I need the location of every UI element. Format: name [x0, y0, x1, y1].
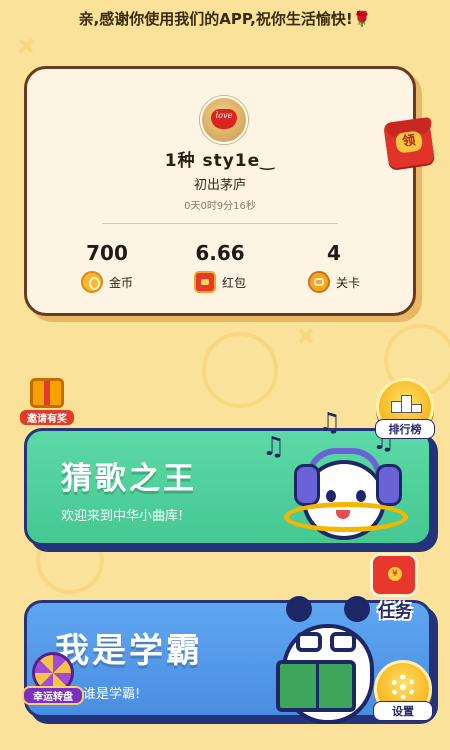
gift-icon [30, 378, 64, 408]
avatar[interactable]: love [200, 96, 248, 144]
podium-icon [391, 395, 422, 413]
headphone-panda-illustration [280, 440, 420, 555]
level-label: 关卡 [335, 275, 360, 290]
level-icon [307, 271, 330, 293]
invite-reward-button[interactable]: 邀请有奖 [18, 378, 76, 428]
guess-song-title: 猜歌之王 [61, 461, 197, 497]
leaderboard-button[interactable]: 排行榜 [375, 378, 435, 439]
stat-hongbao: 6.66 红包 [165, 241, 275, 293]
leaderboard-label: 排行榜 [375, 419, 435, 439]
tasks-button[interactable]: 任务 [362, 553, 428, 623]
stat-coins: 700 金币 [52, 241, 162, 293]
rose-icon: 🌹 [352, 10, 372, 28]
music-note-icon: ♫ [262, 432, 286, 462]
hongbao-icon [193, 271, 216, 293]
welcome-message: 亲,感谢你使用我们的APP,祝你生活愉快! [78, 10, 353, 28]
level-value: 4 [327, 241, 341, 265]
red-envelope-icon [370, 553, 418, 597]
gear-icon [391, 675, 415, 699]
claim-redpacket-button[interactable]: 领 [382, 116, 435, 169]
music-note-icon: ♫ [318, 408, 342, 438]
coin-value: 700 [86, 241, 128, 265]
avatar-text: love [215, 111, 233, 120]
tasks-label: 任务 [378, 602, 412, 622]
divider [102, 223, 338, 224]
username: 1种 sty1e‿ [164, 151, 276, 171]
profile-card: love 1种 sty1e‿ 初出茅庐 0天0时9分16秒 700 金币 6.6… [24, 66, 422, 322]
lucky-wheel-button[interactable]: 幸运转盘 [22, 652, 84, 705]
settings-button[interactable]: 设置 [373, 660, 433, 721]
rank-title: 初出茅庐 [193, 178, 246, 193]
coin-icon [80, 271, 103, 293]
book-icon [276, 660, 356, 712]
hongbao-label: 红包 [221, 275, 246, 290]
welcome-banner: 亲,感谢你使用我们的APP,祝你生活愉快!🌹 [0, 8, 450, 29]
play-time: 0天0时9分16秒 [184, 201, 256, 212]
stat-levels: 4 关卡 [279, 241, 389, 293]
invite-label: 邀请有奖 [18, 408, 76, 427]
coin-label: 金币 [108, 275, 133, 290]
lucky-wheel-label: 幸运转盘 [22, 686, 84, 705]
settings-label: 设置 [373, 701, 433, 721]
xueba-subtitle: 谁是学霸! [83, 687, 141, 702]
hongbao-value: 6.66 [195, 241, 245, 265]
guess-song-subtitle: 欢迎来到中华小曲库! [61, 509, 184, 524]
